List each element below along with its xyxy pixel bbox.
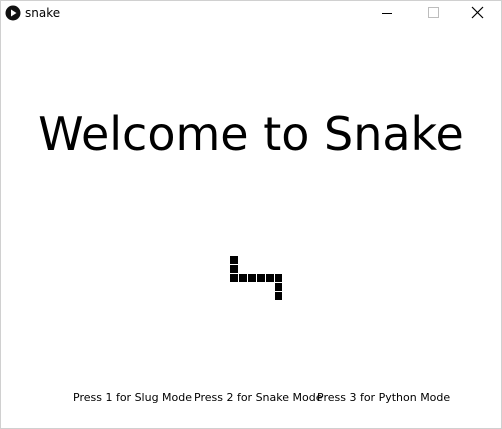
app-window: snake Welcome to Snake Press 1 for Slug … [0, 0, 502, 429]
minimize-button[interactable] [365, 1, 409, 25]
snake-graphic [230, 256, 282, 300]
title-bar[interactable]: snake [1, 1, 501, 25]
snake-segment [230, 265, 238, 273]
snake-segment [275, 283, 282, 291]
welcome-heading: Welcome to Snake [38, 107, 464, 161]
snake-segment [275, 274, 282, 282]
snake-segment [257, 274, 265, 282]
snake-segment [230, 274, 238, 282]
window-title: snake [25, 6, 61, 20]
game-canvas[interactable]: Welcome to Snake Press 1 for Slug Mode P… [1, 25, 501, 428]
snake-mode-option: Press 2 for Snake Mode [194, 391, 323, 404]
snake-segment [239, 274, 247, 282]
python-mode-option: Press 3 for Python Mode [317, 391, 451, 404]
play-icon [5, 5, 21, 21]
minimize-icon [382, 13, 392, 14]
maximize-button[interactable] [411, 1, 455, 25]
close-button[interactable] [455, 1, 499, 25]
snake-segment [275, 292, 282, 300]
snake-segment [248, 274, 256, 282]
maximize-icon [428, 7, 439, 18]
close-icon [471, 6, 484, 19]
slug-mode-option: Press 1 for Slug Mode [73, 391, 193, 404]
snake-segment [266, 274, 274, 282]
snake-segment [230, 256, 238, 264]
